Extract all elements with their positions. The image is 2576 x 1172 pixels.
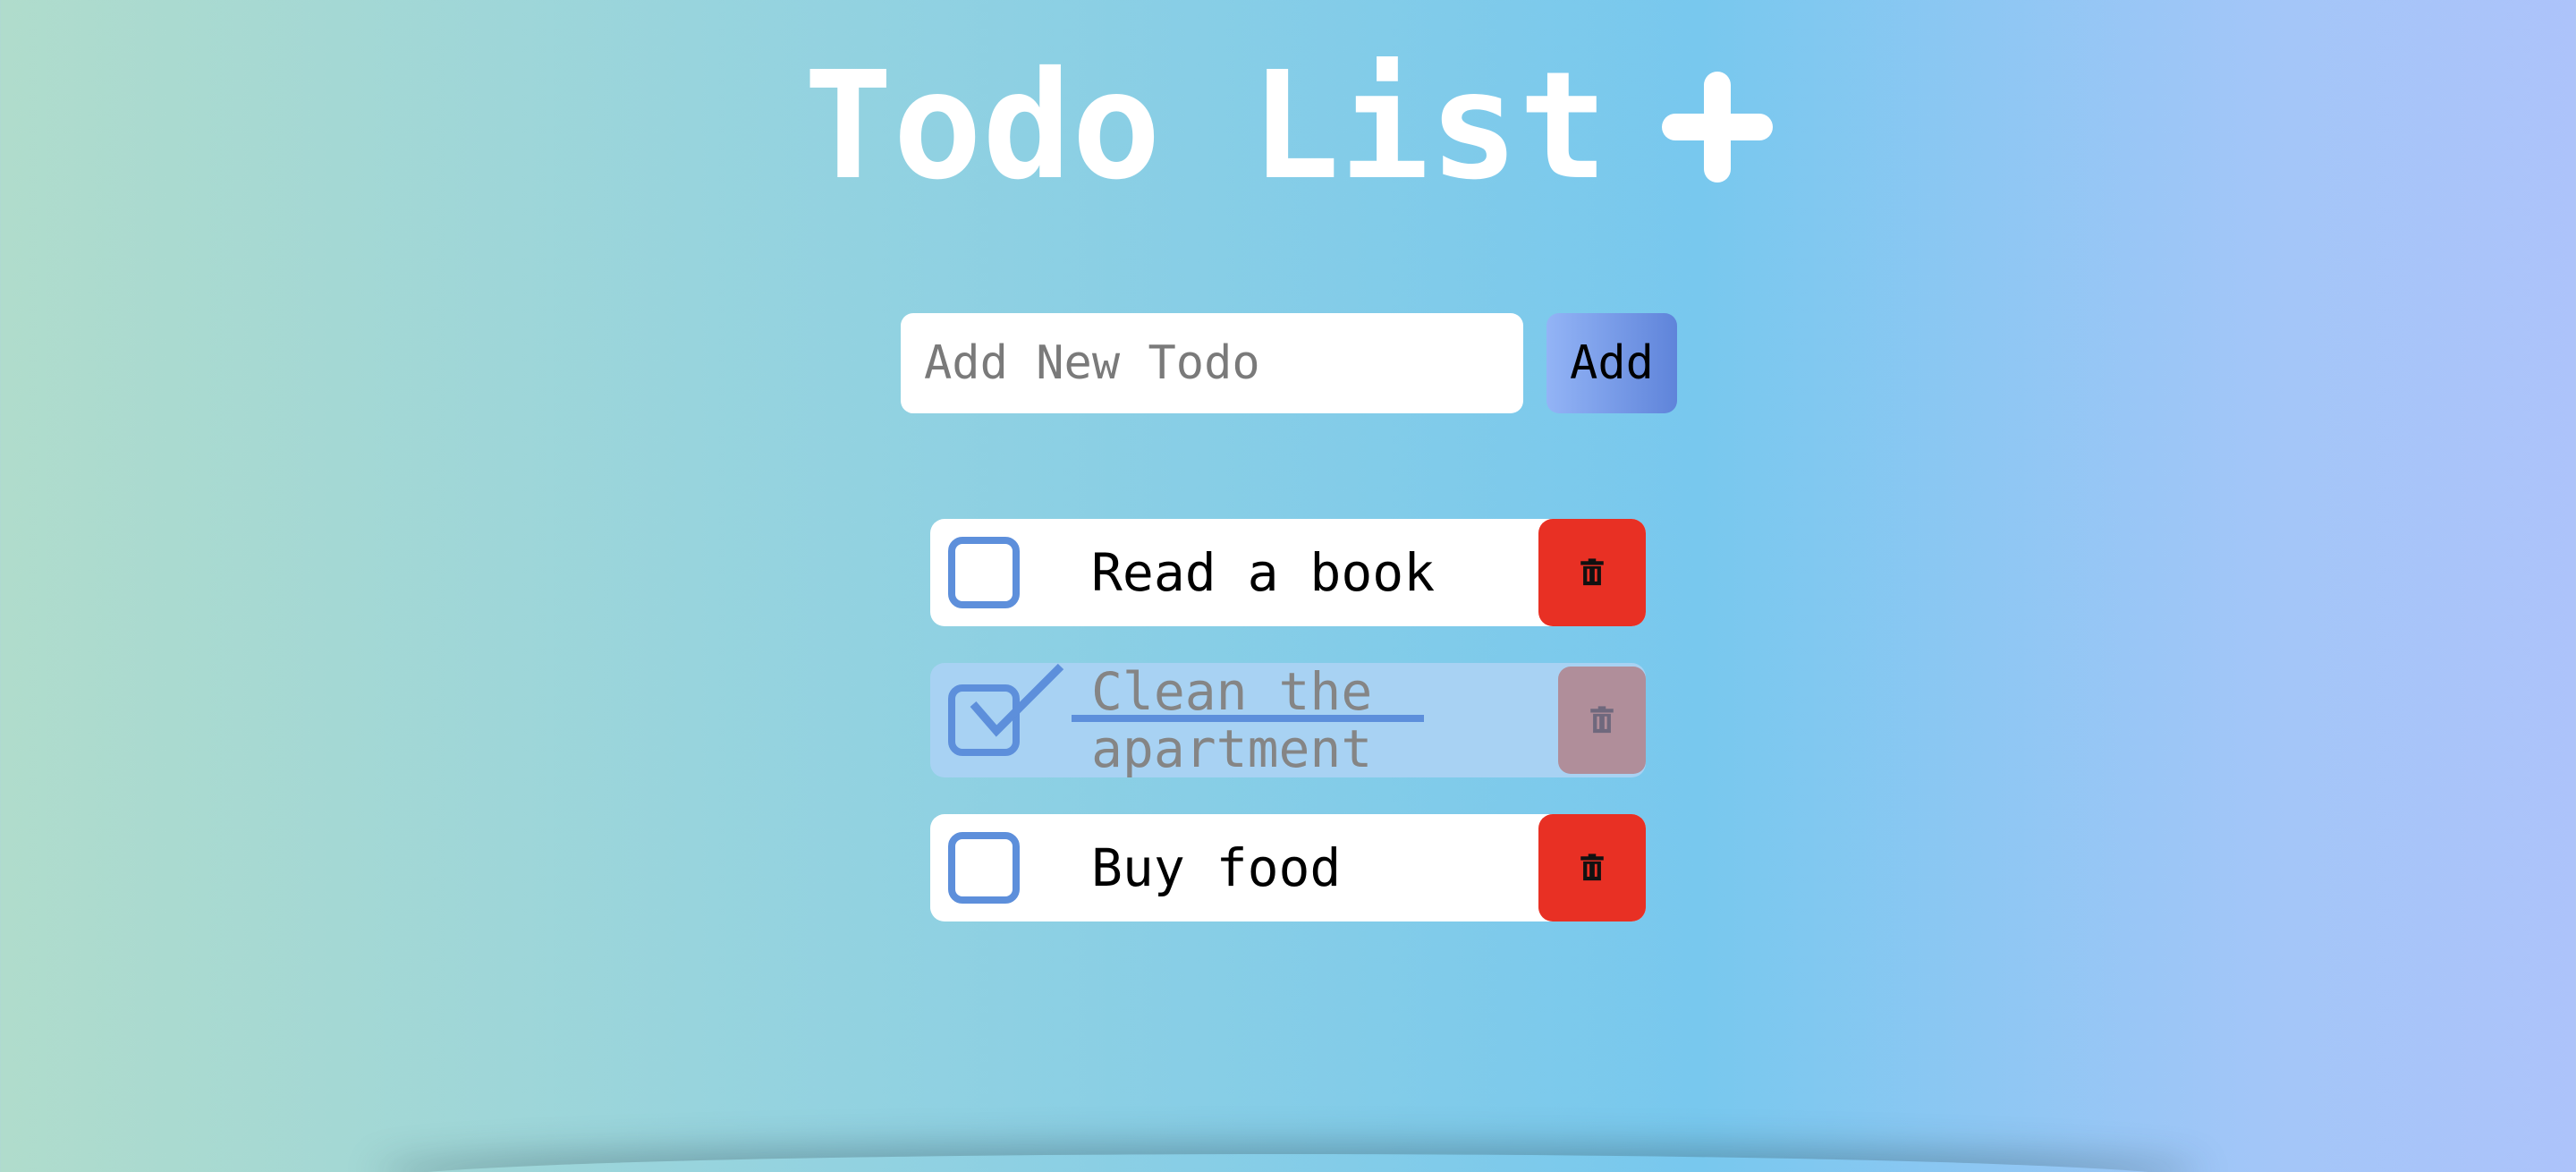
trash-icon xyxy=(1580,854,1604,881)
add-todo-form: Add xyxy=(901,313,1677,413)
delete-button[interactable] xyxy=(1558,667,1646,774)
page-header: Todo List xyxy=(0,47,2576,208)
page-title: Todo List xyxy=(803,40,1608,213)
todo-text: Read a book xyxy=(1091,542,1436,603)
todo-text: Buy food xyxy=(1091,837,1342,898)
todo-item: Read a book xyxy=(930,519,1646,626)
todo-text: Clean the apartment xyxy=(1091,661,1373,779)
page-shadow xyxy=(376,1154,2200,1172)
delete-button[interactable] xyxy=(1538,814,1646,921)
checkmark-icon xyxy=(970,663,1064,737)
add-button[interactable]: Add xyxy=(1546,313,1677,413)
todo-checkbox[interactable] xyxy=(948,832,1020,904)
todo-item: Buy food xyxy=(930,814,1646,921)
todo-item-completed: Clean the apartment xyxy=(930,663,1646,777)
delete-button[interactable] xyxy=(1538,519,1646,626)
new-todo-input[interactable] xyxy=(901,313,1523,413)
trash-icon xyxy=(1580,558,1604,586)
todo-list: Read a book Clean the apartment Buy food xyxy=(930,519,1646,962)
plus-icon xyxy=(1661,72,1773,183)
trash-icon xyxy=(1590,706,1614,734)
todo-checkbox-checked[interactable] xyxy=(948,663,1064,756)
todo-checkbox[interactable] xyxy=(948,537,1020,608)
